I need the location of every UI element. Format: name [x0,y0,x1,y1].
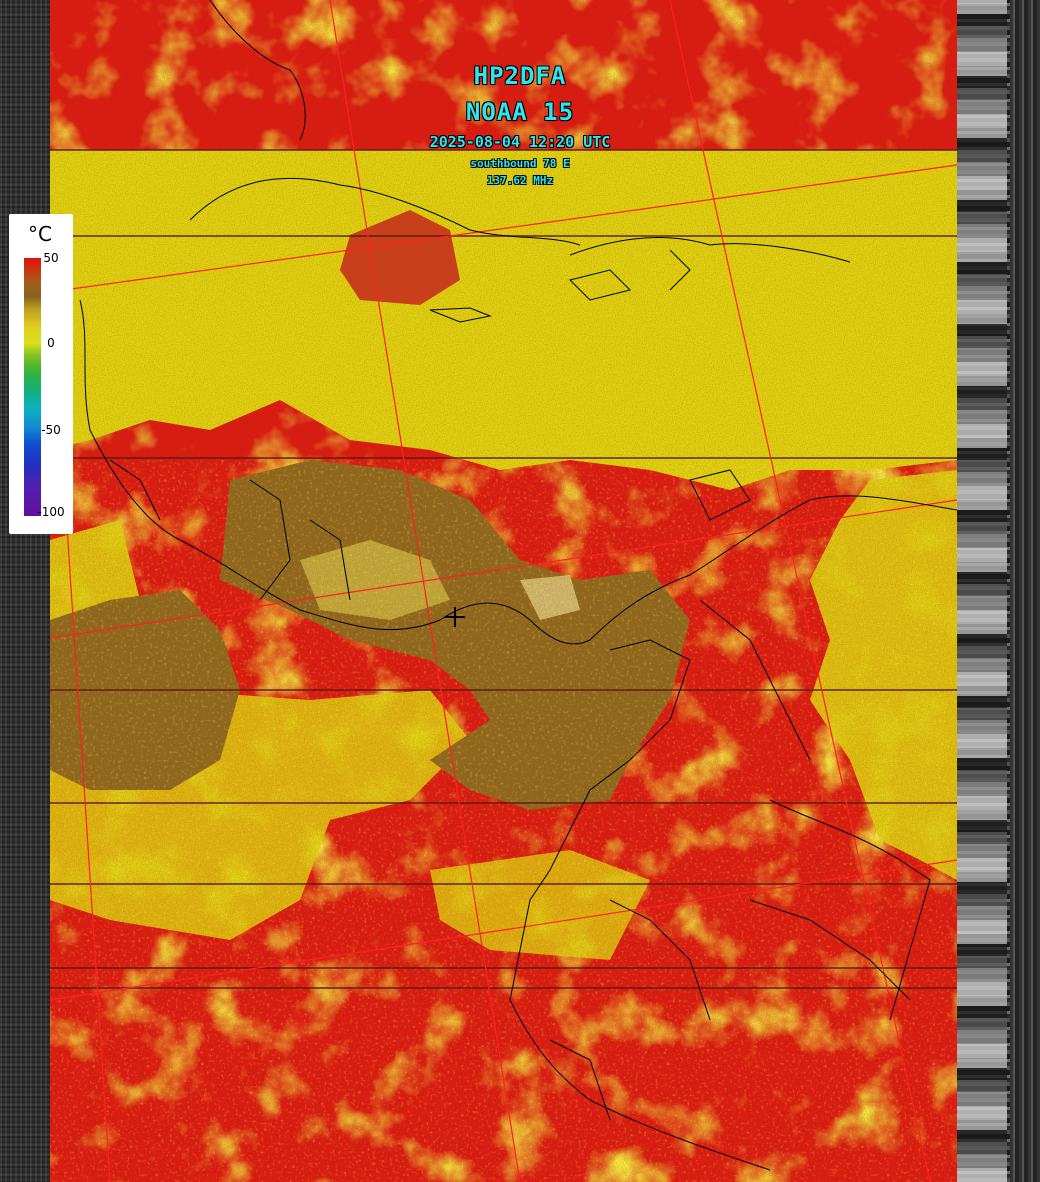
legend-color-bar [24,258,41,516]
satellite-name: NOAA 15 [465,98,575,126]
legend-unit: °C [28,222,52,246]
legend-tick-minus-100: -100 [37,505,65,519]
legend-tick-0: 0 [47,336,55,350]
telemetry-strip-right [957,0,1040,1182]
pass-datetime: 2025-08-04 12:20 UTC [429,133,611,151]
temperature-legend: °C 50 0 -50 -100 [9,214,73,534]
downlink-frequency: 137.62 MHz [486,174,554,187]
telemetry-strip-left [0,0,50,1182]
legend-tick-50: 50 [43,251,59,265]
pass-direction: southbound 78 E [470,157,570,170]
station-callsign: HP2DFA [473,62,567,90]
legend-tick-minus-50: -50 [41,423,61,437]
